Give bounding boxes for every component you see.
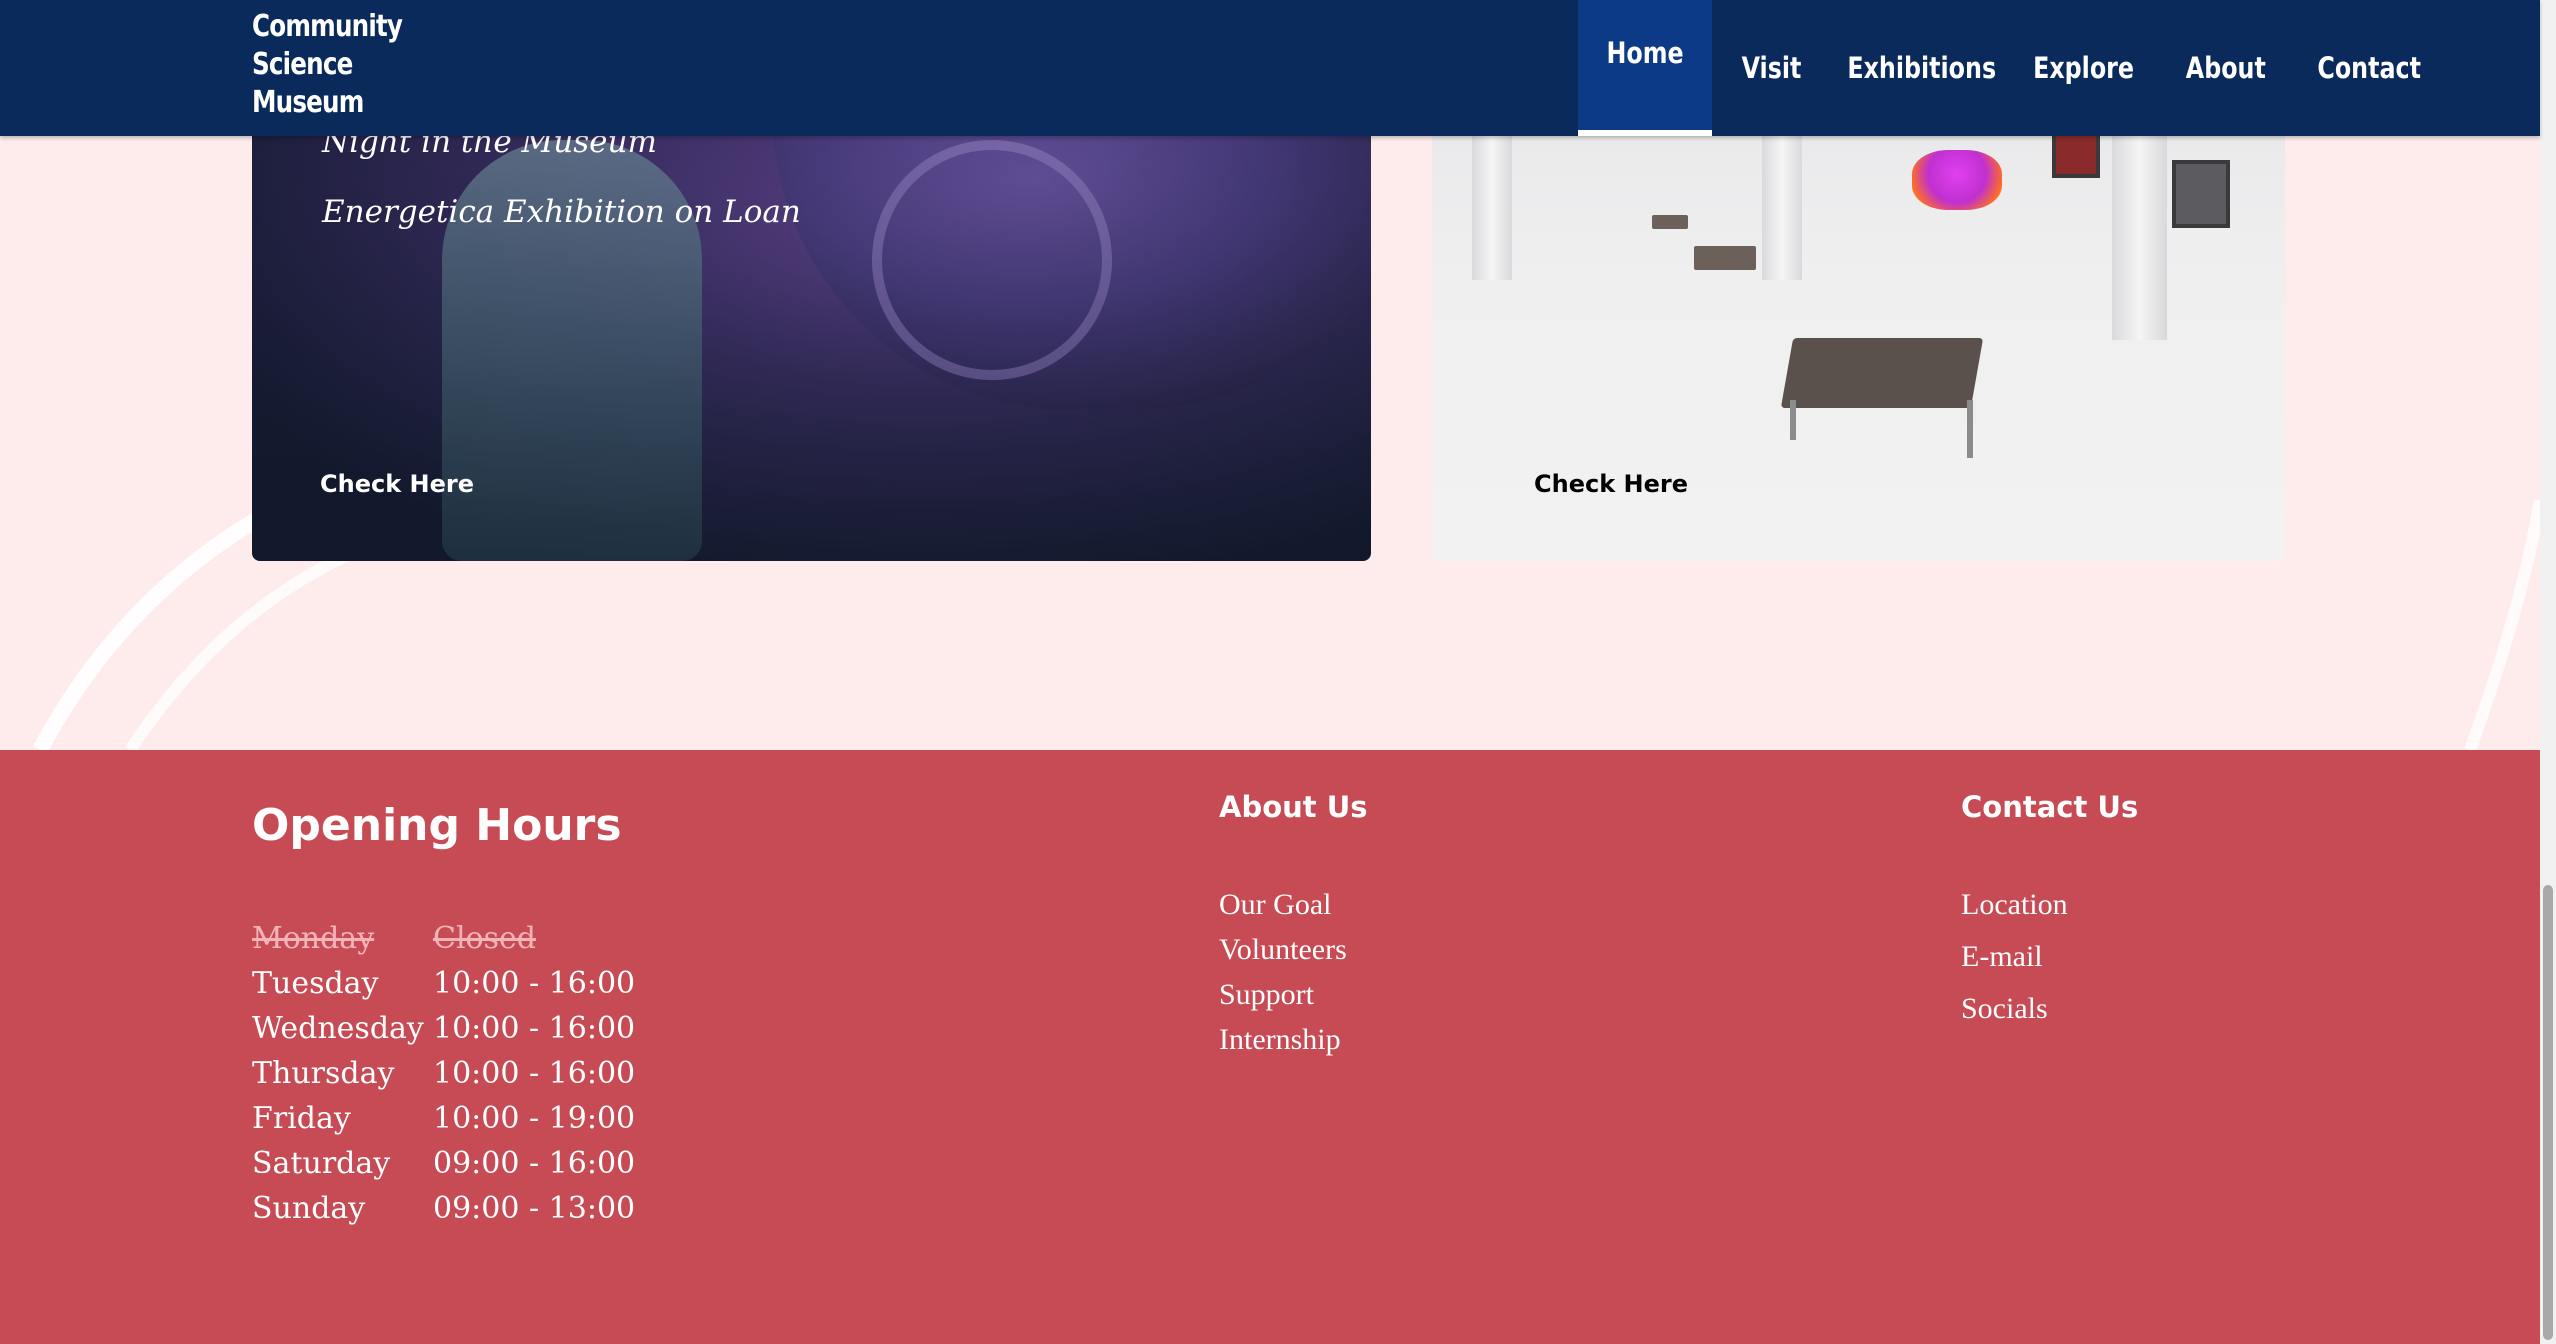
footer-link-support[interactable]: Support: [1219, 972, 1347, 1017]
hours-row-monday: Monday Closed: [252, 916, 635, 961]
about-us-title: About Us: [1219, 790, 1368, 824]
hours-day: Saturday: [252, 1146, 391, 1181]
hours-day: Sunday: [252, 1191, 366, 1226]
footer-link-socials[interactable]: Socials: [1961, 986, 2068, 1038]
nav-contact[interactable]: Contact: [2298, 0, 2440, 136]
check-here-link[interactable]: Check Here: [320, 470, 474, 498]
hours-row-saturday: Saturday 09:00 - 16:00: [252, 1141, 635, 1186]
nav-label: Exhibitions: [1847, 51, 1997, 85]
site-footer: Opening Hours Monday Closed Tuesday 10:0…: [0, 750, 2540, 1344]
hours-row-sunday: Sunday 09:00 - 13:00: [252, 1186, 635, 1231]
event-card-gallery: Check Here: [1432, 80, 2285, 561]
logo-line: Community: [252, 9, 403, 44]
hours-time: 10:00 - 16:00: [433, 966, 636, 1001]
check-here-link[interactable]: Check Here: [1534, 470, 1688, 498]
footer-link-email[interactable]: E-mail: [1961, 934, 2068, 986]
hours-row-wednesday: Wednesday 10:00 - 16:00: [252, 1006, 635, 1051]
hours-day: Tuesday: [252, 966, 379, 1001]
nav-about[interactable]: About: [2154, 0, 2298, 136]
nav-exhibitions[interactable]: Exhibitions: [1830, 0, 2014, 136]
hours-time: 09:00 - 16:00: [433, 1146, 636, 1181]
top-navbar: Community Science Museum Home Visit Exhi…: [0, 0, 2540, 136]
gallery-frame: [2172, 160, 2230, 228]
hours-day: Thursday: [252, 1056, 395, 1091]
main-nav: Home Visit Exhibitions Explore About Con…: [1578, 0, 2440, 136]
page-scrollbar[interactable]: [2540, 0, 2556, 1344]
hours-time: 10:00 - 16:00: [433, 1056, 636, 1091]
site-logo[interactable]: Community Science Museum: [252, 8, 403, 122]
nav-home[interactable]: Home: [1578, 0, 1712, 136]
hours-time: 10:00 - 19:00: [433, 1101, 636, 1136]
footer-link-our-goal[interactable]: Our Goal: [1219, 882, 1347, 927]
hours-row-thursday: Thursday 10:00 - 16:00: [252, 1051, 635, 1096]
gallery-bench: [1694, 246, 1756, 270]
logo-line: Museum: [252, 85, 364, 120]
gallery-exhibit: [1912, 150, 2002, 210]
opening-hours-table: Monday Closed Tuesday 10:00 - 16:00 Wedn…: [252, 916, 635, 1231]
hours-day: Monday: [252, 921, 375, 956]
logo-line: Science: [252, 47, 353, 82]
card-line-energetica: Energetica Exhibition on Loan: [322, 194, 801, 230]
gallery-bench: [1652, 215, 1688, 229]
nav-label: Contact: [2317, 51, 2421, 85]
about-us-links: Our Goal Volunteers Support Internship: [1219, 882, 1347, 1062]
nav-label: About: [2185, 51, 2267, 85]
event-card-night-museum: Night in the Museum Energetica Exhibitio…: [252, 80, 1371, 561]
hours-day: Friday: [252, 1101, 351, 1136]
nav-label: Explore: [2033, 51, 2135, 85]
nav-label: Home: [1606, 36, 1684, 70]
bench-leg: [1790, 400, 1796, 440]
hours-row-tuesday: Tuesday 10:00 - 16:00: [252, 961, 635, 1006]
footer-link-internship[interactable]: Internship: [1219, 1017, 1347, 1062]
nav-visit[interactable]: Visit: [1712, 0, 1830, 136]
hours-time: 09:00 - 13:00: [433, 1191, 636, 1226]
footer-link-location[interactable]: Location: [1961, 882, 2068, 934]
gallery-bench-large: [1780, 338, 1984, 408]
opening-hours-title: Opening Hours: [252, 800, 622, 851]
nav-label: Visit: [1741, 51, 1801, 85]
hours-time: 10:00 - 16:00: [433, 1011, 636, 1046]
contact-us-links: Location E-mail Socials: [1961, 882, 2068, 1038]
scrollbar-thumb[interactable]: [2543, 885, 2553, 1340]
contact-us-title: Contact Us: [1961, 790, 2139, 824]
hours-row-friday: Friday 10:00 - 19:00: [252, 1096, 635, 1141]
hours-time: Closed: [433, 921, 536, 956]
footer-link-volunteers[interactable]: Volunteers: [1219, 927, 1347, 972]
bench-leg: [1967, 400, 1973, 458]
hours-day: Wednesday: [252, 1011, 424, 1046]
nav-explore[interactable]: Explore: [2014, 0, 2154, 136]
